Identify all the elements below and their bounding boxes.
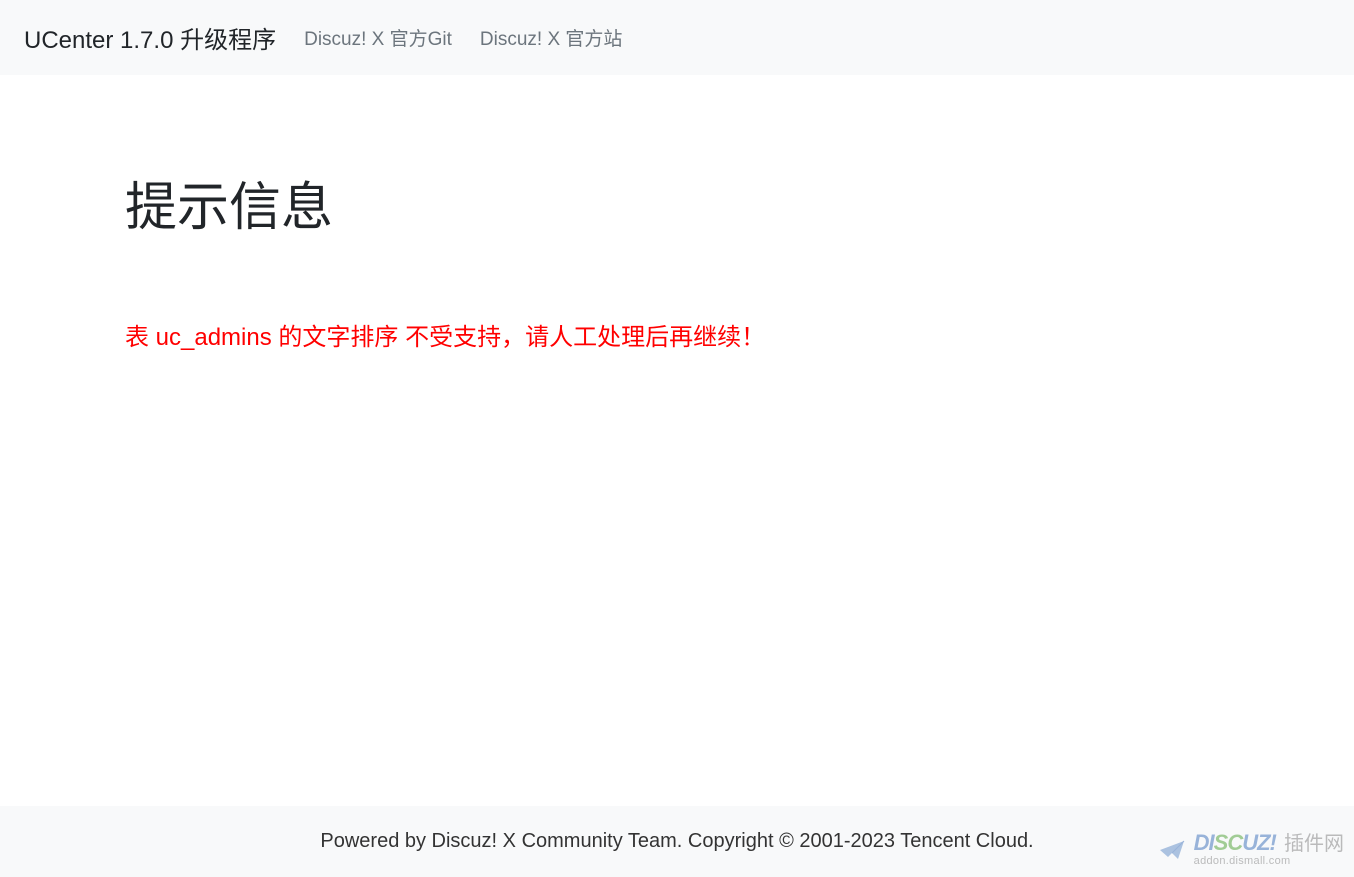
navbar-brand: UCenter 1.7.0 升级程序 bbox=[24, 20, 276, 55]
nav-link-git[interactable]: Discuz! X 官方Git bbox=[304, 24, 452, 51]
footer: Powered by Discuz! X Community Team. Cop… bbox=[0, 806, 1354, 877]
watermark-url: addon.dismall.com bbox=[1194, 856, 1291, 867]
footer-copyright: Powered by Discuz! X Community Team. Cop… bbox=[320, 830, 1033, 852]
nav-link-official[interactable]: Discuz! X 官方站 bbox=[480, 24, 623, 51]
paper-plane-icon bbox=[1158, 837, 1188, 863]
watermark-text: DISCUZ! 插件网 addon.dismall.com bbox=[1194, 832, 1344, 867]
main-content: 提示信息 表 uc_admins 的文字排序 不受支持，请人工处理后再继续！ bbox=[0, 75, 1354, 806]
watermark: DISCUZ! 插件网 addon.dismall.com bbox=[1158, 832, 1344, 867]
navbar: UCenter 1.7.0 升级程序 Discuz! X 官方Git Discu… bbox=[0, 0, 1354, 75]
watermark-brand: DISCUZ! bbox=[1194, 830, 1281, 855]
error-message: 表 uc_admins 的文字排序 不受支持，请人工处理后再继续！ bbox=[125, 320, 1229, 356]
watermark-cn: 插件网 bbox=[1284, 833, 1344, 855]
page-title: 提示信息 bbox=[125, 165, 1229, 240]
